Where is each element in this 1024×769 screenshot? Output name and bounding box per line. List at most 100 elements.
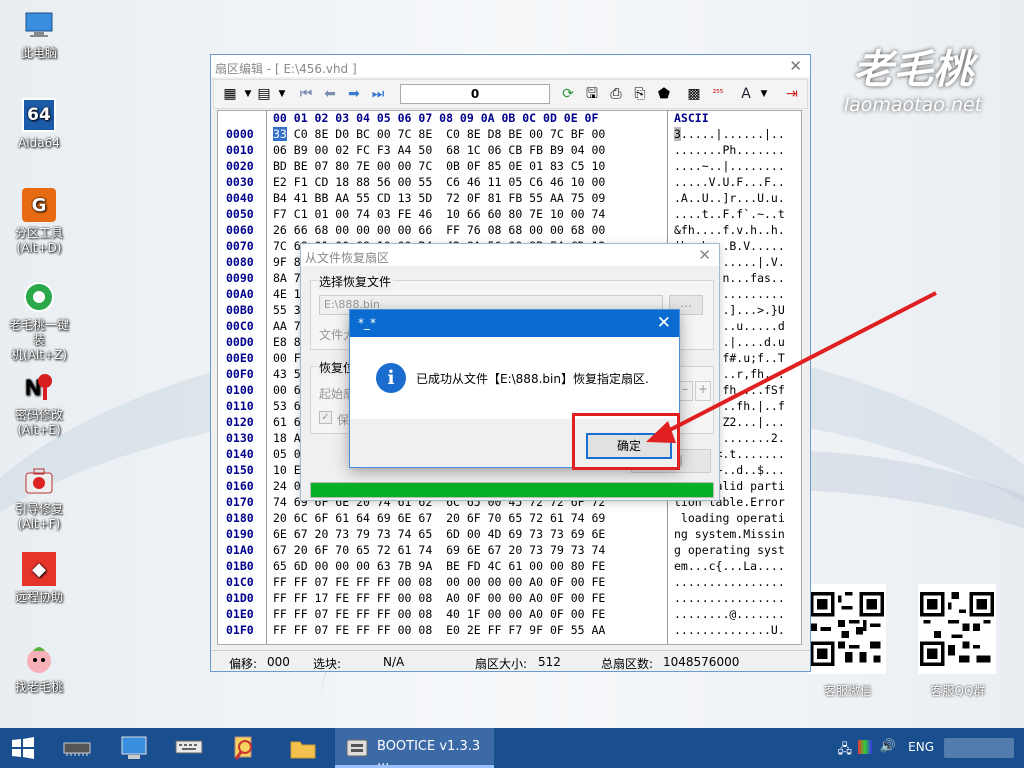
hex-row-address: 0160: [226, 479, 254, 493]
hex-row-ascii[interactable]: ng system.Missin: [674, 527, 785, 541]
hex-row-ascii[interactable]: .....V.U.F...F..: [674, 175, 785, 189]
hex-row-bytes[interactable]: FF FF 07 FE FF FF 00 08 40 1F 00 00 A0 0…: [273, 607, 605, 621]
progress-fill: [311, 483, 713, 497]
close-icon[interactable]: ✕: [789, 57, 802, 75]
hex-row: 0050 F7 C1 01 00 74 03 FE 46 10 66 60 80 …: [218, 207, 801, 223]
network-icon[interactable]: 🖧: [838, 740, 853, 762]
hex-row: 0010 06 B9 00 02 FC F3 A4 50 68 1C 06 CB …: [218, 143, 801, 159]
hex-row-ascii[interactable]: .....|......|..: [674, 127, 785, 141]
desktop-icon-remote-assist[interactable]: ◆ 远程协助: [6, 552, 72, 605]
file-explorer-icon[interactable]: [286, 732, 320, 764]
desktop-icon-shortcut: 机(Alt+Z): [11, 348, 67, 362]
hex-row-ascii[interactable]: ..............U.: [674, 623, 785, 637]
hex-row: 0190 6E 67 20 73 79 73 74 65 6D 00 4D 69 …: [218, 527, 801, 543]
hex-row-address: 00F0: [226, 367, 254, 381]
hex-row-bytes[interactable]: E2 F1 CD 18 88 56 00 55 C6 46 11 05 C6 4…: [273, 175, 605, 189]
wechat-qr: 客服微信: [808, 584, 888, 699]
keep-checkbox[interactable]: ✓: [319, 411, 332, 424]
restore-progress-bar: [310, 482, 714, 498]
start-windows-icon[interactable]: [6, 732, 40, 764]
hex-row-bytes[interactable]: BD BE 07 80 7E 00 00 7C 0B 0F 85 0E 01 8…: [273, 159, 605, 173]
hex-row-bytes[interactable]: 26 66 68 00 00 00 00 66 FF 76 08 68 00 0…: [273, 223, 605, 237]
increment-icon[interactable]: +: [695, 381, 711, 401]
hex-row-bytes[interactable]: FF FF 17 FE FF FF 00 08 A0 0F 00 00 A0 0…: [273, 591, 605, 605]
qr-code-icon: [918, 584, 996, 674]
desktop-icon-label: 引导修复: [14, 502, 63, 516]
hex-row-ascii[interactable]: .A..U..]r...U.u.: [674, 191, 785, 205]
taskbar-bootice-button[interactable]: BOOTICE v1.3.3 ...: [335, 728, 494, 769]
sector-editor-titlebar: 扇区编辑 - [ E:\456.vhd ] ✕: [211, 55, 810, 77]
hex-row-ascii[interactable]: ........@.......: [674, 607, 785, 621]
calculator-icon[interactable]: ▩: [684, 85, 704, 103]
desktop-icon-this-pc[interactable]: 此电脑: [6, 8, 72, 61]
first-sector-icon[interactable]: ⏮: [296, 85, 316, 103]
restore-from-file-icon[interactable]: ⎘: [630, 85, 650, 103]
hex-row-ascii[interactable]: em...c{...La....: [674, 559, 785, 573]
hex-row-bytes[interactable]: B4 41 BB AA 55 CD 13 5D 72 0F 81 FB 55 A…: [273, 191, 605, 205]
font-icon[interactable]: A: [736, 85, 756, 103]
desktop-icon-find-laomaotao[interactable]: 找老毛桃: [6, 642, 72, 695]
memory-chip-icon[interactable]: [60, 732, 94, 764]
list-view-icon[interactable]: ▤: [254, 85, 274, 103]
hex-row-ascii[interactable]: g operating syst: [674, 543, 785, 557]
sector-offset-input[interactable]: 0: [400, 84, 550, 104]
refresh-icon[interactable]: ⟳: [558, 85, 578, 103]
close-icon[interactable]: ✕: [698, 246, 711, 264]
hex-row-ascii[interactable]: &fh....f.v.h..h.: [674, 223, 785, 237]
message-titlebar: *_* ✕: [350, 310, 679, 337]
message-title: *_*: [358, 316, 376, 330]
hex-row-ascii[interactable]: ................: [674, 591, 785, 605]
clock-area[interactable]: [944, 738, 1014, 758]
hex-row: 0180 20 6C 6F 61 64 69 6E 67 20 6F 70 65 …: [218, 511, 801, 527]
close-icon[interactable]: ✕: [657, 313, 671, 333]
clear-sector-icon[interactable]: ⬟: [654, 85, 674, 103]
language-indicator[interactable]: ENG: [908, 740, 934, 754]
hex-row-bytes[interactable]: 6E 67 20 73 79 73 74 65 6D 00 4D 69 73 7…: [273, 527, 605, 541]
next-sector-icon[interactable]: ➡: [344, 85, 364, 103]
display-icon[interactable]: [858, 740, 872, 754]
search-tool-icon[interactable]: [228, 732, 262, 764]
hex-row-bytes[interactable]: 65 6D 00 00 00 63 7B 9A BE FD 4C 61 00 0…: [273, 559, 605, 573]
hex-row-bytes[interactable]: F7 C1 01 00 74 03 FE 46 10 66 60 80 7E 1…: [273, 207, 605, 221]
hex-row-bytes[interactable]: C0 8E D0 BC 00 7C 8E C0 8E D8 BE 00 7C B…: [273, 127, 606, 141]
last-sector-icon[interactable]: ⏭: [368, 85, 388, 103]
keyboard-icon[interactable]: [172, 732, 206, 764]
volume-icon[interactable]: 🔊: [880, 739, 896, 754]
desktop-icon-aida64[interactable]: 64 Aida64: [6, 98, 72, 151]
previous-sector-icon[interactable]: ⬅: [320, 85, 340, 103]
view-mode-icon[interactable]: ▦: [220, 85, 240, 103]
selected-ascii-char: 3: [674, 127, 681, 141]
select-file-group-label: 选择恢复文件: [317, 273, 394, 290]
hex-row-bytes[interactable]: FF FF 07 FE FF FF 00 08 E0 2E FF F7 9F 0…: [273, 623, 605, 637]
desktop-icon-onekey-install[interactable]: 老毛桃一键装 机(Alt+Z): [6, 280, 72, 363]
hex-row-ascii[interactable]: ....~..|........: [674, 159, 785, 173]
highlight-box: [572, 413, 680, 470]
hex-row-address: 00C0: [226, 319, 254, 333]
desktop-icon-password[interactable]: N 密码修改 (Alt+E): [6, 370, 72, 438]
hex-row-bytes[interactable]: 67 20 6F 70 65 72 61 74 69 6E 67 20 73 7…: [273, 543, 605, 557]
backup-to-file-icon[interactable]: ⎙: [606, 85, 626, 103]
selected-byte[interactable]: 33: [273, 127, 287, 141]
save-icon[interactable]: 🖫: [582, 85, 602, 103]
desktop-icon-partition-tool[interactable]: G 分区工具 (Alt+D): [6, 188, 72, 256]
hex-row-bytes[interactable]: 20 6C 6F 61 64 69 6E 67 20 6F 70 65 72 6…: [273, 511, 605, 525]
hex-row-ascii[interactable]: ................: [674, 575, 785, 589]
qq-group-qr-label: 客服QQ群: [930, 684, 986, 698]
restore-dialog-titlebar: 从文件恢复扇区 ✕: [301, 244, 719, 266]
dropdown-arrow-icon[interactable]: ▼: [754, 85, 774, 103]
hex-row-ascii[interactable]: .......Ph.......: [674, 143, 785, 157]
hex-row-ascii[interactable]: ....t..F.f`.~..t: [674, 207, 785, 221]
hex-dec-convert-icon[interactable]: ²⁵⁵: [708, 85, 728, 103]
desktop-icon-boot-repair[interactable]: 引导修复 (Alt+F): [6, 464, 72, 532]
dropdown-arrow-icon[interactable]: ▼: [272, 85, 292, 103]
exit-icon[interactable]: ⇥: [782, 85, 802, 103]
hex-row-address: 01E0: [226, 607, 254, 621]
hex-row-bytes[interactable]: FF FF 07 FE FF FF 00 08 00 00 00 00 A0 0…: [273, 575, 605, 589]
hex-row-address: 0010: [226, 143, 254, 157]
control-panel-icon[interactable]: [117, 732, 151, 764]
hex-row: 01D0 FF FF 17 FE FF FF 00 08 A0 0F 00 00 …: [218, 591, 801, 607]
hex-row-ascii[interactable]: loading operati: [674, 511, 785, 525]
status-block-label: 选块:: [313, 657, 342, 671]
hex-row-bytes[interactable]: 06 B9 00 02 FC F3 A4 50 68 1C 06 CB FB B…: [273, 143, 605, 157]
ascii-header: ASCII: [674, 111, 709, 125]
